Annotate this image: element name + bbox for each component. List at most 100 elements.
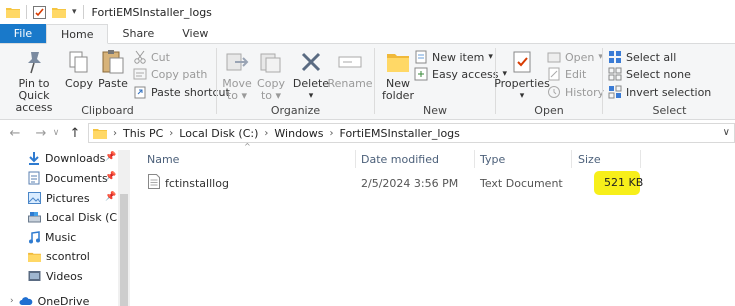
properties-button[interactable]: Properties ▾ xyxy=(494,48,550,102)
breadcrumb-separator-icon[interactable]: › xyxy=(330,128,334,139)
cut-button[interactable]: Cut xyxy=(133,49,170,65)
back-arrow-icon[interactable]: ← xyxy=(6,126,24,141)
clipboard-group: Pin to Quick access Copy Paste Cut Copy … xyxy=(0,44,230,120)
forward-arrow-icon[interactable]: → xyxy=(32,126,50,141)
expand-chevron-icon[interactable]: › xyxy=(10,296,14,306)
open-icon xyxy=(547,52,561,63)
breadcrumb-separator-icon[interactable]: › xyxy=(113,128,117,139)
nav-item-documents[interactable]: Documents xyxy=(28,169,108,187)
column-header-date-modified[interactable]: Date modified xyxy=(361,150,439,168)
nav-item-downloads[interactable]: Downloads xyxy=(28,149,105,167)
paste-button[interactable]: Paste xyxy=(98,48,128,90)
title-bar: ▾ FortiEMSInstaller_logs xyxy=(0,0,735,24)
copy-to-button[interactable]: Copy to ▾ xyxy=(256,48,286,102)
open-label: Open xyxy=(565,50,595,64)
text-document-icon xyxy=(148,174,160,189)
paste-icon xyxy=(102,50,124,74)
open-group-label: Open xyxy=(534,104,564,117)
column-header-type[interactable]: Type xyxy=(480,150,505,168)
file-date-modified: 2/5/2024 3:56 PM xyxy=(361,176,459,190)
select-none-icon xyxy=(608,67,622,81)
new-folder-icon[interactable] xyxy=(52,6,66,18)
copy-path-label: Copy path xyxy=(151,67,208,81)
new-group-label: New xyxy=(423,104,447,117)
delete-dropdown-icon[interactable]: ▾ xyxy=(309,90,314,102)
edit-button[interactable]: Edit xyxy=(547,66,586,82)
delete-label: Delete xyxy=(292,77,330,90)
rename-icon xyxy=(338,56,362,68)
select-none-button[interactable]: Select none xyxy=(608,66,691,82)
delete-x-icon xyxy=(301,52,321,72)
divider xyxy=(374,48,375,114)
customize-toolbar-chevron-icon[interactable]: ▾ xyxy=(72,7,77,17)
file-name[interactable]: fctinstalllog xyxy=(165,176,229,190)
cut-label: Cut xyxy=(151,50,170,64)
nav-item-videos[interactable]: Videos xyxy=(28,267,83,285)
up-arrow-icon[interactable]: ↑ xyxy=(66,126,84,141)
rename-button[interactable]: Rename xyxy=(327,48,373,90)
file-type: Text Document xyxy=(480,176,563,190)
column-header-size[interactable]: Size xyxy=(578,150,601,168)
tab-file[interactable]: File xyxy=(0,24,46,43)
address-dropdown-chevron-icon[interactable]: ∨ xyxy=(723,127,730,138)
nav-item-local-disk[interactable]: Local Disk (C:) xyxy=(28,208,125,226)
breadcrumb-local-disk[interactable]: Local Disk (C:) xyxy=(179,127,258,140)
pin-icon[interactable]: 📌 xyxy=(105,152,116,162)
easy-access-label: Easy access xyxy=(432,67,499,81)
nav-item-music[interactable]: Music xyxy=(28,228,76,246)
nav-item-scontrol[interactable]: scontrol xyxy=(28,247,90,265)
folder-icon xyxy=(6,8,20,18)
breadcrumb-current-folder[interactable]: FortiEMSInstaller_logs xyxy=(340,127,460,140)
move-to-line2: to ▾ xyxy=(226,89,248,102)
invert-selection-button[interactable]: Invert selection xyxy=(608,84,711,100)
open-button[interactable]: Open ▾ xyxy=(547,49,603,65)
tab-share[interactable]: Share xyxy=(108,24,168,43)
column-divider[interactable] xyxy=(571,150,572,168)
pin-icon[interactable]: 📌 xyxy=(105,192,116,202)
select-all-button[interactable]: Select all xyxy=(608,49,676,65)
music-icon xyxy=(29,230,40,243)
organize-group: Move to ▾ Copy to ▾ Delete ▾ Rename Orga… xyxy=(218,44,373,120)
column-divider[interactable] xyxy=(355,150,356,168)
copy-button[interactable]: Copy xyxy=(65,48,93,90)
cloud-icon xyxy=(19,297,32,305)
new-item-label: New item xyxy=(432,50,485,64)
scrollbar-thumb[interactable] xyxy=(120,194,128,306)
history-label: History xyxy=(565,85,605,99)
navigation-pane-scrollbar[interactable] xyxy=(118,150,130,306)
nav-item-pictures[interactable]: Pictures xyxy=(28,189,90,207)
folder-icon xyxy=(387,54,409,72)
breadcrumb-this-pc[interactable]: This PC xyxy=(123,127,163,140)
properties-dropdown-icon[interactable]: ▾ xyxy=(520,90,525,102)
properties-check-icon[interactable] xyxy=(33,5,46,19)
easy-access-icon xyxy=(414,67,428,81)
invert-selection-icon xyxy=(608,85,622,99)
pin-label-line1: Pin to Quick xyxy=(18,77,50,102)
easy-access-button[interactable]: Easy access ▾ xyxy=(414,66,507,82)
breadcrumb-windows[interactable]: Windows xyxy=(274,127,323,140)
move-to-button[interactable]: Move to ▾ xyxy=(222,48,252,102)
tab-home[interactable]: Home xyxy=(46,24,109,44)
address-bar[interactable]: › This PC › Local Disk (C:) › Windows › … xyxy=(88,123,735,143)
breadcrumb-separator-icon[interactable]: › xyxy=(264,128,268,139)
edit-label: Edit xyxy=(565,67,587,81)
copy-label: Copy xyxy=(65,77,93,90)
nav-item-onedrive[interactable]: › OneDrive xyxy=(10,292,89,306)
tab-view[interactable]: View xyxy=(168,24,222,43)
new-item-button[interactable]: New item ▾ xyxy=(414,49,493,65)
delete-button[interactable]: Delete ▾ xyxy=(292,48,330,102)
window-title: FortiEMSInstaller_logs xyxy=(91,5,212,19)
clipboard-group-label: Clipboard xyxy=(81,104,134,117)
nav-item-label: Pictures xyxy=(46,191,90,205)
column-divider[interactable] xyxy=(474,150,475,168)
copy-path-button[interactable]: Copy path xyxy=(133,66,207,82)
new-item-icon xyxy=(415,50,427,64)
recent-locations-chevron-icon[interactable]: ∨ xyxy=(50,128,62,138)
breadcrumb-separator-icon[interactable]: › xyxy=(169,128,173,139)
organize-group-label: Organize xyxy=(270,104,321,117)
column-divider[interactable] xyxy=(640,150,641,168)
history-button[interactable]: History xyxy=(547,84,604,100)
column-header-name[interactable]: Name xyxy=(147,150,179,168)
new-folder-button[interactable]: New folder xyxy=(380,48,416,102)
pin-icon[interactable]: 📌 xyxy=(105,172,116,182)
